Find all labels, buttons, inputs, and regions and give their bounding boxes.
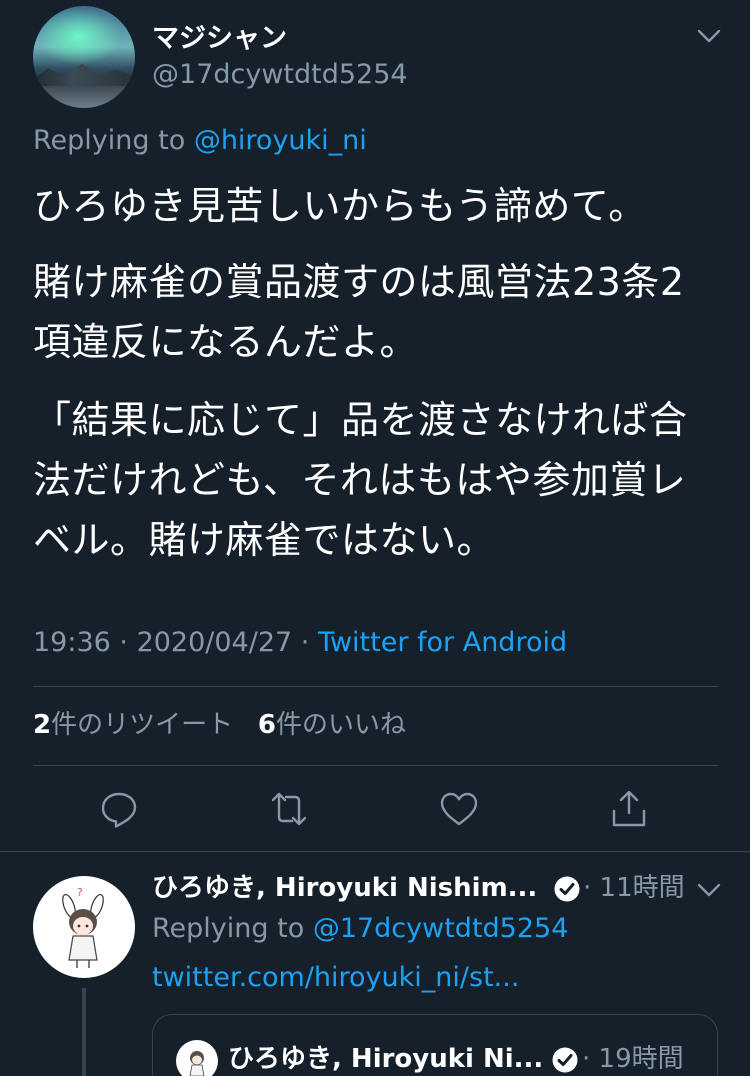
avatar[interactable] [33, 6, 135, 108]
quoted-time: · 19時間 [582, 1042, 684, 1076]
reply-replying-to: Replying to @17dcywtdtd5254 [152, 912, 568, 946]
reply-icon[interactable] [99, 789, 139, 829]
replying-to-prefix: Replying to [152, 913, 313, 944]
quoted-timestamp: 19時間 [598, 1044, 684, 1074]
reply-display-name[interactable]: ひろゆき, Hiroyuki Nishim... [152, 871, 537, 905]
avatar-illustration [189, 1051, 205, 1076]
reply-url-link[interactable]: twitter.com/hiroyuki_ni/st... [152, 961, 519, 995]
engagement-stats: 2件のリツイート 6件のいいね [33, 708, 406, 742]
tweet-text-paragraph: ひろゆき見苦しいからもう諦めて。 [33, 184, 647, 228]
like-count-link[interactable]: 6件のいいね [258, 710, 406, 740]
retweet-icon[interactable] [269, 789, 309, 829]
share-icon[interactable] [609, 789, 649, 829]
tweet-source-link[interactable]: Twitter for Android [318, 627, 567, 658]
quoted-avatar [176, 1040, 218, 1076]
replying-to-prefix: Replying to [33, 125, 194, 156]
retweet-count-link[interactable]: 2件のリツイート [33, 710, 233, 740]
like-label: 件のいいね [276, 710, 407, 740]
replying-to-link[interactable]: @hiroyuki_ni [194, 125, 367, 156]
tweet-detail-page: マジシャン @17dcywtdtd5254 Replying to @hiroy… [0, 0, 750, 1076]
display-name[interactable]: マジシャン [152, 22, 287, 56]
verified-badge-icon [552, 1047, 578, 1073]
time-separator: · [583, 873, 600, 903]
reply-timestamp: 11時間 [599, 873, 685, 903]
tweet-action-bar [0, 789, 750, 829]
divider [33, 765, 718, 766]
quoted-display-name: ひろゆき, Hiroyuki Ni... [228, 1044, 544, 1074]
reply-time[interactable]: · 11時間 [583, 871, 685, 905]
thread-line [82, 988, 86, 1076]
chevron-down-icon[interactable] [695, 880, 723, 900]
tweet-text-paragraph: 賭け麻雀の賞品渡すのは風営法23条2項違反になるんだよ。 [33, 260, 685, 364]
chevron-down-icon[interactable] [695, 26, 723, 46]
tweet-metadata: 19:36 · 2020/04/27 · Twitter for Android [33, 626, 567, 660]
divider [33, 686, 718, 687]
time-separator: · [582, 1044, 599, 1074]
tweet-text-paragraph: 「結果に応じて」品を渡さなければ合法だけれども、それはもはや参加賞レベル。賭け麻… [33, 398, 688, 562]
like-count: 6 [257, 710, 276, 740]
retweet-count: 2 [33, 710, 52, 740]
tweet-date[interactable]: 2020/04/27 [137, 627, 293, 658]
meta-separator: · [292, 627, 318, 658]
replying-to-link[interactable]: @17dcywtdtd5254 [313, 913, 569, 944]
retweet-label: 件のリツイート [51, 710, 234, 740]
verified-badge-icon [554, 876, 580, 902]
replying-to: Replying to @hiroyuki_ni [33, 124, 367, 158]
user-handle[interactable]: @17dcywtdtd5254 [152, 58, 408, 92]
tweet-time[interactable]: 19:36 [33, 627, 111, 658]
svg-text:?: ? [77, 886, 83, 899]
like-icon[interactable] [439, 789, 479, 829]
avatar[interactable]: ? [33, 876, 135, 978]
section-divider [0, 851, 750, 852]
meta-separator: · [110, 627, 137, 658]
avatar-illustration: ? [62, 886, 104, 968]
